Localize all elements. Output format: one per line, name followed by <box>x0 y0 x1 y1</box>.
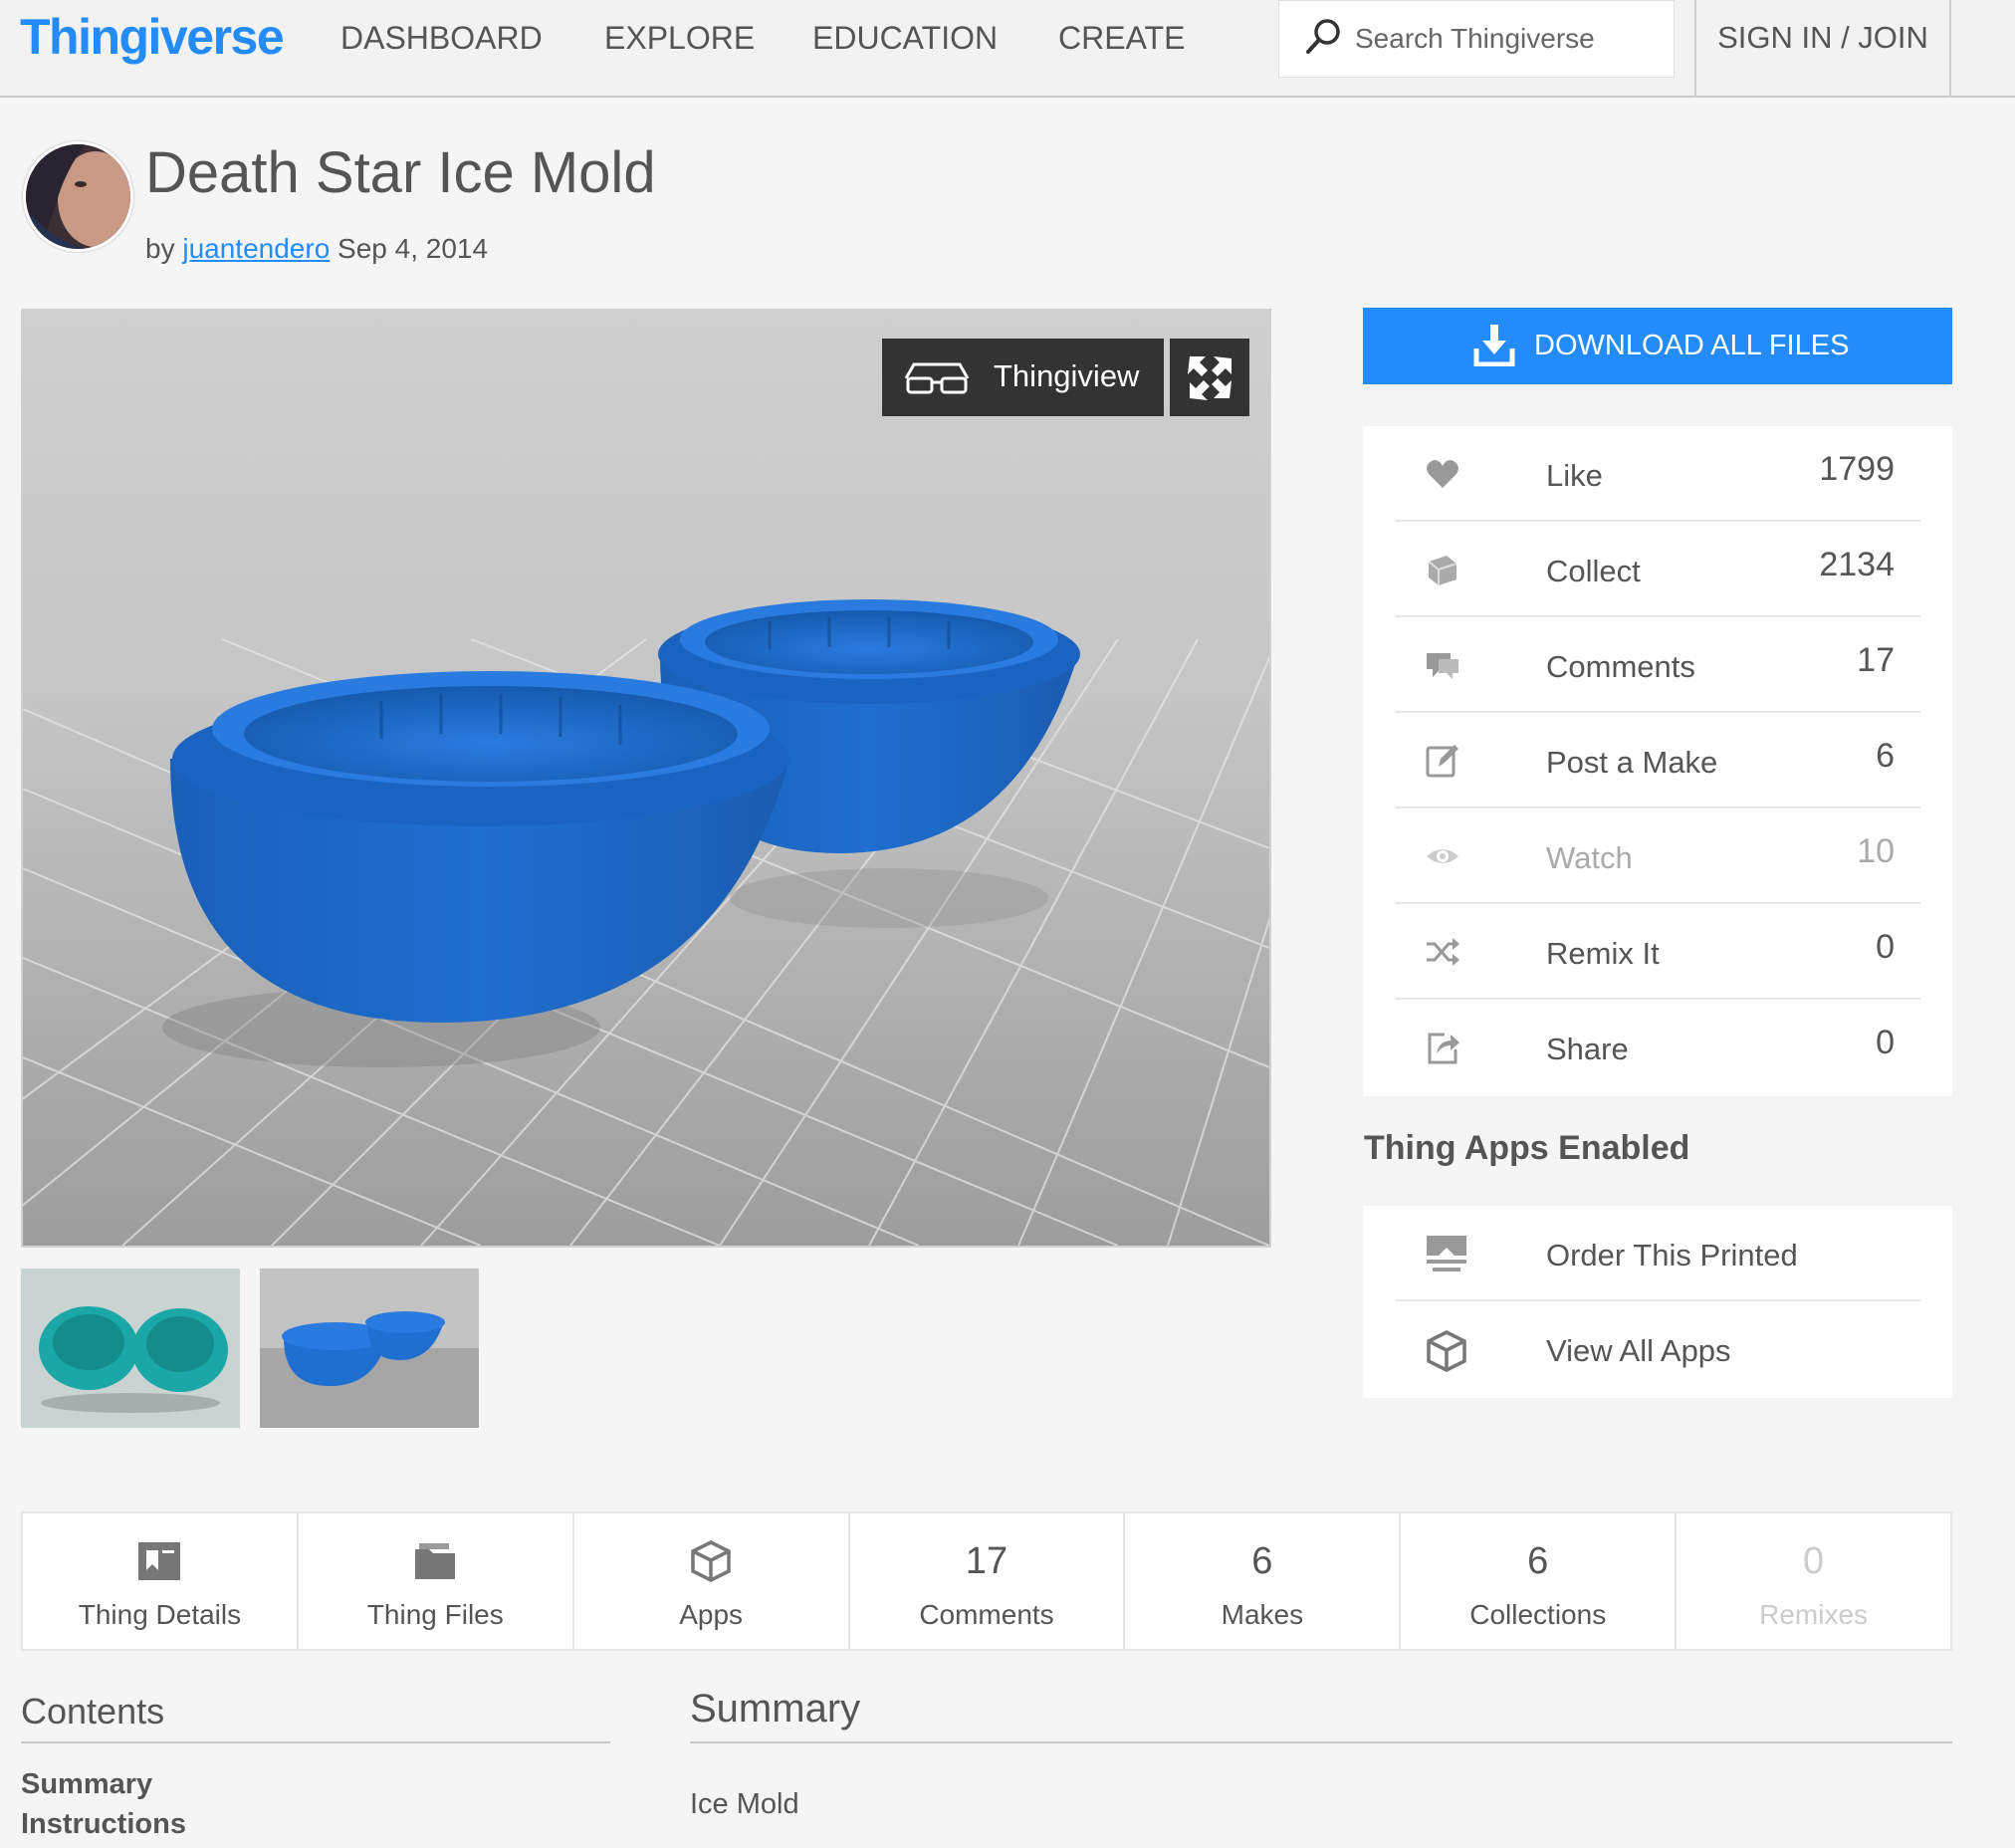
stat-post-make-count: 6 <box>1876 737 1895 775</box>
tab-makes[interactable]: 6 Makes <box>1125 1513 1402 1649</box>
stat-like-count: 1799 <box>1819 450 1895 488</box>
collect-icon <box>1428 556 1457 585</box>
stat-remix-label: Remix It <box>1546 936 1660 971</box>
stat-comments-label: Comments <box>1546 649 1695 684</box>
stat-like-label: Like <box>1546 458 1603 493</box>
publish-date: Sep 4, 2014 <box>337 233 489 264</box>
tab-thing-files[interactable]: Thing Files <box>299 1513 574 1649</box>
thumbnail-render[interactable] <box>260 1269 479 1428</box>
stat-share-count: 0 <box>1876 1024 1895 1061</box>
download-icon <box>1473 325 1515 366</box>
nav-explore[interactable]: EXPLORE <box>604 20 755 57</box>
tab-makes-label: Makes <box>1221 1599 1304 1630</box>
stat-comments[interactable]: Comments 17 <box>1395 617 1920 713</box>
stat-collect-count: 2134 <box>1819 546 1895 583</box>
tab-apps[interactable]: Apps <box>574 1513 850 1649</box>
tab-collections-count: 6 <box>1527 1539 1549 1582</box>
thing-apps-title: Thing Apps Enabled <box>1364 1129 1690 1167</box>
stats-panel: Like 1799 Collect 2134 Comments 17 Post … <box>1363 426 1952 1096</box>
stat-like[interactable]: Like 1799 <box>1395 426 1920 522</box>
stat-remix-count: 0 <box>1876 928 1895 966</box>
app-view-all[interactable]: View All Apps <box>1395 1301 1920 1397</box>
tab-remixes-label: Remixes <box>1759 1599 1869 1630</box>
stat-comments-count: 17 <box>1857 641 1895 679</box>
eye-icon <box>1427 849 1458 863</box>
tab-remixes[interactable]: 0 Remixes <box>1677 1513 1950 1649</box>
stat-share-label: Share <box>1546 1032 1629 1066</box>
thing-title: Death Star Ice Mold <box>145 140 656 205</box>
author-link[interactable]: juantendero <box>182 233 330 264</box>
tab-thing-details-label: Thing Details <box>78 1599 242 1630</box>
stat-collect[interactable]: Collect 2134 <box>1395 522 1920 617</box>
search-box[interactable] <box>1278 0 1675 78</box>
apps-panel: Order This Printed View All Apps <box>1363 1206 1952 1398</box>
comments-icon <box>1427 653 1458 679</box>
thing-tabs: Thing Details Thing Files Apps 17 Commen… <box>21 1511 1952 1651</box>
tab-collections[interactable]: 6 Collections <box>1401 1513 1678 1649</box>
nav-education[interactable]: EDUCATION <box>812 20 998 57</box>
stat-post-make[interactable]: Post a Make 6 <box>1395 713 1920 808</box>
contents-link-summary[interactable]: Summary <box>21 1768 152 1801</box>
summary-divider <box>690 1741 1952 1743</box>
shuffle-icon <box>1427 938 1459 966</box>
cube-icon <box>691 1540 731 1582</box>
details-icon <box>138 1542 181 1580</box>
top-navbar: Thingiverse DASHBOARD EXPLORE EDUCATION … <box>0 0 2015 98</box>
thingiview-button[interactable]: Thingiview <box>882 339 1164 416</box>
app-order-printed-label: Order This Printed <box>1546 1238 1798 1272</box>
tab-comments[interactable]: 17 Comments <box>850 1513 1126 1649</box>
printer-icon <box>1427 1236 1466 1271</box>
cube-icon <box>1427 1330 1466 1372</box>
search-icon[interactable] <box>1303 17 1343 57</box>
app-view-all-label: View All Apps <box>1546 1333 1731 1368</box>
thingiview-label: Thingiview <box>994 358 1140 393</box>
signin-join-link[interactable]: SIGN IN / JOIN <box>1694 0 1951 98</box>
share-icon <box>1428 1033 1459 1064</box>
tab-thing-details[interactable]: Thing Details <box>23 1513 299 1649</box>
nav-dashboard[interactable]: DASHBOARD <box>340 20 543 57</box>
app-order-printed[interactable]: Order This Printed <box>1395 1206 1920 1301</box>
contents-heading: Contents <box>21 1691 165 1732</box>
nav-create[interactable]: CREATE <box>1058 20 1185 57</box>
expand-icon <box>1188 356 1231 400</box>
stat-post-make-label: Post a Make <box>1546 745 1718 780</box>
search-input[interactable] <box>1355 19 1654 59</box>
stat-collect-label: Collect <box>1546 554 1641 588</box>
download-label: DOWNLOAD ALL FILES <box>1534 330 1850 361</box>
by-text: by <box>145 233 175 264</box>
edit-icon <box>1426 745 1458 778</box>
stat-watch-label: Watch <box>1546 840 1633 875</box>
tab-apps-label: Apps <box>679 1599 744 1630</box>
stat-watch[interactable]: Watch 10 <box>1395 808 1920 904</box>
main-render-image[interactable] <box>21 309 1271 1248</box>
contents-divider <box>21 1741 610 1743</box>
summary-text: Ice Mold <box>690 1788 799 1820</box>
tab-comments-label: Comments <box>919 1599 1054 1630</box>
folder-icon <box>415 1543 456 1579</box>
summary-heading: Summary <box>690 1687 861 1731</box>
fullscreen-button[interactable] <box>1170 339 1249 416</box>
tab-collections-label: Collections <box>1469 1599 1607 1630</box>
tab-remixes-count: 0 <box>1803 1539 1825 1582</box>
stat-remix[interactable]: Remix It 0 <box>1395 904 1920 1000</box>
3d-glasses-icon <box>904 362 970 394</box>
thumbnail-photo[interactable] <box>21 1269 240 1428</box>
download-all-files-button[interactable]: DOWNLOAD ALL FILES <box>1363 308 1952 384</box>
author-avatar[interactable] <box>23 141 133 252</box>
tab-comments-count: 17 <box>965 1539 1008 1582</box>
tab-makes-count: 6 <box>1251 1539 1273 1582</box>
tab-thing-files-label: Thing Files <box>366 1599 504 1630</box>
byline: by juantendero Sep 4, 2014 <box>145 233 488 265</box>
stat-watch-count: 10 <box>1857 832 1895 870</box>
contents-link-instructions[interactable]: Instructions <box>21 1808 186 1841</box>
heart-icon <box>1427 460 1458 488</box>
thingiverse-logo[interactable]: Thingiverse <box>20 8 285 66</box>
stat-share[interactable]: Share 0 <box>1395 1000 1920 1095</box>
